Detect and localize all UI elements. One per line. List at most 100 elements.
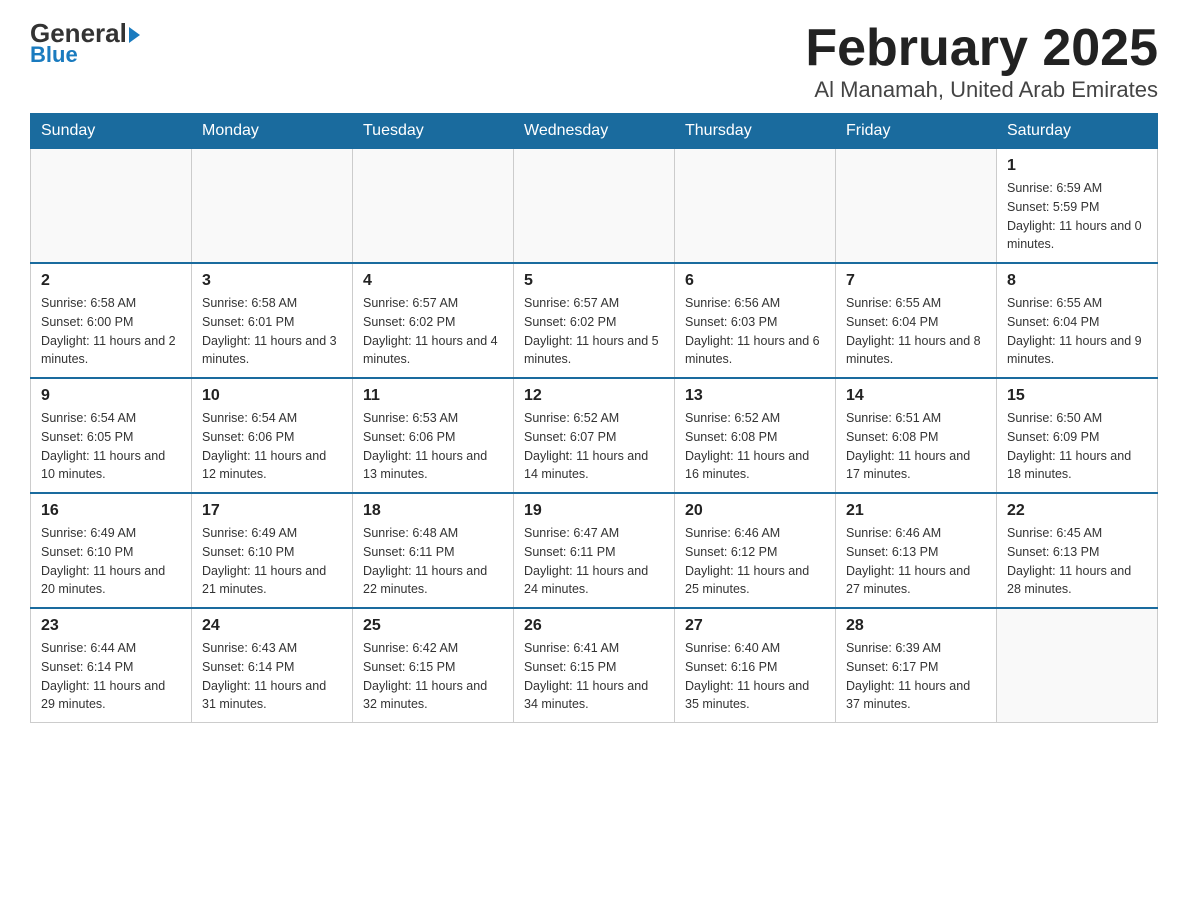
day-number: 12 <box>524 387 664 405</box>
day-info: Sunrise: 6:47 AM Sunset: 6:11 PM Dayligh… <box>524 524 664 599</box>
calendar-cell <box>192 149 353 264</box>
calendar-cell: 22 Sunrise: 6:45 AM Sunset: 6:13 PM Dayli… <box>997 493 1158 608</box>
calendar-cell: 15Sunrise: 6:50 AM Sunset: 6:09 PM Dayli… <box>997 378 1158 493</box>
calendar-cell <box>675 149 836 264</box>
calendar-cell: 6 Sunrise: 6:56 AM Sunset: 6:03 PM Daylig… <box>675 263 836 378</box>
calendar-cell: 14 Sunrise: 6:51 AM Sunset: 6:08 PM Dayli… <box>836 378 997 493</box>
day-info: Sunrise: 6:52 AM Sunset: 6:08 PM Dayligh… <box>685 409 825 484</box>
day-info: Sunrise: 6:48 AM Sunset: 6:11 PM Dayligh… <box>363 524 503 599</box>
day-number: 2 <box>41 272 181 290</box>
day-number: 27 <box>685 617 825 635</box>
calendar-cell: 24 Sunrise: 6:43 AM Sunset: 6:14 PM Dayli… <box>192 608 353 723</box>
calendar-cell <box>31 149 192 264</box>
calendar-cell <box>836 149 997 264</box>
day-info: Sunrise: 6:49 AM Sunset: 6:10 PM Dayligh… <box>41 524 181 599</box>
calendar-cell: 28 Sunrise: 6:39 AM Sunset: 6:17 PM Dayli… <box>836 608 997 723</box>
day-info: Sunrise: 6:46 AM Sunset: 6:13 PM Dayligh… <box>846 524 986 599</box>
day-info: Sunrise: 6:44 AM Sunset: 6:14 PM Dayligh… <box>41 639 181 714</box>
day-number: 16 <box>41 502 181 520</box>
header-thursday: Thursday <box>675 114 836 149</box>
calendar-cell: 10 Sunrise: 6:54 AM Sunset: 6:06 PM Dayli… <box>192 378 353 493</box>
calendar-cell: 8Sunrise: 6:55 AM Sunset: 6:04 PM Daylig… <box>997 263 1158 378</box>
day-header-row: Sunday Monday Tuesday Wednesday Thursday… <box>31 114 1158 149</box>
calendar-cell: 26Sunrise: 6:41 AM Sunset: 6:15 PM Dayli… <box>514 608 675 723</box>
day-info: Sunrise: 6:55 AM Sunset: 6:04 PM Dayligh… <box>846 294 986 369</box>
day-info: Sunrise: 6:42 AM Sunset: 6:15 PM Dayligh… <box>363 639 503 714</box>
calendar-cell: 21 Sunrise: 6:46 AM Sunset: 6:13 PM Dayli… <box>836 493 997 608</box>
day-number: 28 <box>846 617 986 635</box>
calendar-cell: 17 Sunrise: 6:49 AM Sunset: 6:10 PM Dayli… <box>192 493 353 608</box>
day-number: 26 <box>524 617 664 635</box>
day-info: Sunrise: 6:56 AM Sunset: 6:03 PM Dayligh… <box>685 294 825 369</box>
calendar-week-row: 16 Sunrise: 6:49 AM Sunset: 6:10 PM Dayli… <box>31 493 1158 608</box>
day-number: 13 <box>685 387 825 405</box>
calendar-cell: 9Sunrise: 6:54 AM Sunset: 6:05 PM Daylig… <box>31 378 192 493</box>
day-info: Sunrise: 6:55 AM Sunset: 6:04 PM Dayligh… <box>1007 294 1147 369</box>
day-info: Sunrise: 6:45 AM Sunset: 6:13 PM Dayligh… <box>1007 524 1147 599</box>
calendar-cell: 19 Sunrise: 6:47 AM Sunset: 6:11 PM Dayli… <box>514 493 675 608</box>
day-number: 3 <box>202 272 342 290</box>
day-info: Sunrise: 6:54 AM Sunset: 6:06 PM Dayligh… <box>202 409 342 484</box>
calendar-cell <box>514 149 675 264</box>
calendar-header: Sunday Monday Tuesday Wednesday Thursday… <box>31 114 1158 149</box>
logo: General Blue <box>30 20 140 68</box>
header-monday: Monday <box>192 114 353 149</box>
calendar-body: 1 Sunrise: 6:59 AM Sunset: 5:59 PM Daylig… <box>31 149 1158 723</box>
day-info: Sunrise: 6:51 AM Sunset: 6:08 PM Dayligh… <box>846 409 986 484</box>
day-info: Sunrise: 6:58 AM Sunset: 6:00 PM Dayligh… <box>41 294 181 369</box>
day-number: 7 <box>846 272 986 290</box>
logo-arrow-icon <box>129 27 140 43</box>
calendar-cell: 18 Sunrise: 6:48 AM Sunset: 6:11 PM Dayli… <box>353 493 514 608</box>
calendar-cell: 4 Sunrise: 6:57 AM Sunset: 6:02 PM Daylig… <box>353 263 514 378</box>
day-number: 22 <box>1007 502 1147 520</box>
calendar-cell: 1 Sunrise: 6:59 AM Sunset: 5:59 PM Daylig… <box>997 149 1158 264</box>
day-number: 15 <box>1007 387 1147 405</box>
calendar-cell: 11 Sunrise: 6:53 AM Sunset: 6:06 PM Dayli… <box>353 378 514 493</box>
day-number: 11 <box>363 387 503 405</box>
calendar-cell <box>353 149 514 264</box>
header-sunday: Sunday <box>31 114 192 149</box>
day-info: Sunrise: 6:57 AM Sunset: 6:02 PM Dayligh… <box>524 294 664 369</box>
day-number: 24 <box>202 617 342 635</box>
calendar-week-row: 9Sunrise: 6:54 AM Sunset: 6:05 PM Daylig… <box>31 378 1158 493</box>
day-number: 10 <box>202 387 342 405</box>
header-wednesday: Wednesday <box>514 114 675 149</box>
day-info: Sunrise: 6:39 AM Sunset: 6:17 PM Dayligh… <box>846 639 986 714</box>
title-section: February 2025 Al Manamah, United Arab Em… <box>805 20 1158 103</box>
header-tuesday: Tuesday <box>353 114 514 149</box>
day-number: 19 <box>524 502 664 520</box>
day-number: 6 <box>685 272 825 290</box>
day-info: Sunrise: 6:57 AM Sunset: 6:02 PM Dayligh… <box>363 294 503 369</box>
calendar-week-row: 23Sunrise: 6:44 AM Sunset: 6:14 PM Dayli… <box>31 608 1158 723</box>
day-info: Sunrise: 6:40 AM Sunset: 6:16 PM Dayligh… <box>685 639 825 714</box>
logo-blue-text: Blue <box>30 42 78 68</box>
calendar-cell: 23Sunrise: 6:44 AM Sunset: 6:14 PM Dayli… <box>31 608 192 723</box>
day-number: 14 <box>846 387 986 405</box>
calendar-cell: 7 Sunrise: 6:55 AM Sunset: 6:04 PM Daylig… <box>836 263 997 378</box>
day-info: Sunrise: 6:54 AM Sunset: 6:05 PM Dayligh… <box>41 409 181 484</box>
day-number: 21 <box>846 502 986 520</box>
day-number: 18 <box>363 502 503 520</box>
day-info: Sunrise: 6:52 AM Sunset: 6:07 PM Dayligh… <box>524 409 664 484</box>
calendar-cell: 5 Sunrise: 6:57 AM Sunset: 6:02 PM Daylig… <box>514 263 675 378</box>
calendar-cell: 3Sunrise: 6:58 AM Sunset: 6:01 PM Daylig… <box>192 263 353 378</box>
header-saturday: Saturday <box>997 114 1158 149</box>
calendar-cell: 13 Sunrise: 6:52 AM Sunset: 6:08 PM Dayli… <box>675 378 836 493</box>
header-friday: Friday <box>836 114 997 149</box>
calendar-cell: 16 Sunrise: 6:49 AM Sunset: 6:10 PM Dayli… <box>31 493 192 608</box>
day-info: Sunrise: 6:49 AM Sunset: 6:10 PM Dayligh… <box>202 524 342 599</box>
day-info: Sunrise: 6:46 AM Sunset: 6:12 PM Dayligh… <box>685 524 825 599</box>
day-info: Sunrise: 6:53 AM Sunset: 6:06 PM Dayligh… <box>363 409 503 484</box>
calendar-cell: 25Sunrise: 6:42 AM Sunset: 6:15 PM Dayli… <box>353 608 514 723</box>
day-number: 20 <box>685 502 825 520</box>
calendar-cell <box>997 608 1158 723</box>
day-number: 4 <box>363 272 503 290</box>
day-info: Sunrise: 6:43 AM Sunset: 6:14 PM Dayligh… <box>202 639 342 714</box>
day-info: Sunrise: 6:59 AM Sunset: 5:59 PM Dayligh… <box>1007 179 1147 254</box>
calendar-table: Sunday Monday Tuesday Wednesday Thursday… <box>30 113 1158 723</box>
day-number: 1 <box>1007 157 1147 175</box>
day-number: 17 <box>202 502 342 520</box>
day-number: 5 <box>524 272 664 290</box>
calendar-week-row: 2 Sunrise: 6:58 AM Sunset: 6:00 PM Daylig… <box>31 263 1158 378</box>
calendar-cell: 12 Sunrise: 6:52 AM Sunset: 6:07 PM Dayli… <box>514 378 675 493</box>
